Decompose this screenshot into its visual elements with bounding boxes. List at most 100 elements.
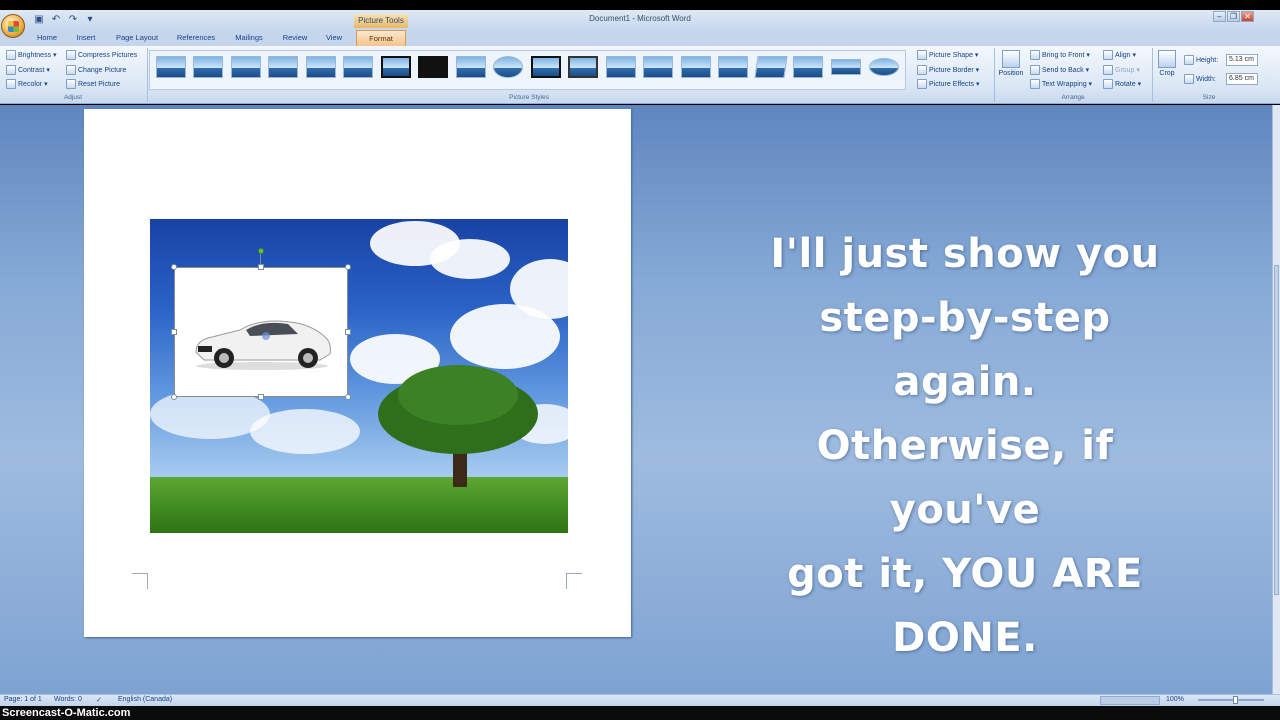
scrollbar-thumb[interactable] xyxy=(1274,265,1279,595)
quick-access-toolbar: ▣ ↶ ↷ ▾ xyxy=(32,13,97,27)
vertical-scrollbar[interactable] xyxy=(1272,105,1280,694)
resize-handle[interactable] xyxy=(258,394,264,400)
position-button[interactable]: Position xyxy=(996,50,1026,77)
rotate-icon xyxy=(1103,79,1113,90)
compress-pictures-button[interactable]: Compress Pictures xyxy=(66,49,137,62)
office-logo-icon xyxy=(8,21,19,32)
width-icon xyxy=(1184,74,1194,85)
watermark: Screencast-O-Matic.com xyxy=(0,706,1280,720)
rotation-handle[interactable] xyxy=(258,248,264,254)
tab-mailings[interactable]: Mailings xyxy=(228,30,270,46)
send-to-back-button[interactable]: Send to Back ▾ xyxy=(1030,64,1089,77)
group-divider xyxy=(147,48,148,102)
align-button[interactable]: Align ▾ xyxy=(1103,49,1136,62)
style-thumb[interactable] xyxy=(381,56,411,78)
change-picture-icon xyxy=(66,65,76,76)
office-button[interactable] xyxy=(1,14,25,38)
style-thumb[interactable] xyxy=(869,58,899,76)
arrange-group-label: Arrange xyxy=(1061,94,1085,101)
group-divider xyxy=(994,48,995,102)
caption-line: Otherwise, if xyxy=(816,423,1114,469)
style-thumb[interactable] xyxy=(231,56,261,78)
close-button[interactable]: ✕ xyxy=(1241,11,1254,22)
style-thumb[interactable] xyxy=(268,56,298,78)
style-thumb[interactable] xyxy=(568,56,598,78)
style-thumb[interactable] xyxy=(156,56,186,78)
style-thumb[interactable] xyxy=(831,59,861,75)
shape-icon xyxy=(917,50,927,61)
style-thumb[interactable] xyxy=(681,56,711,78)
style-thumb[interactable] xyxy=(754,56,788,78)
resize-handle[interactable] xyxy=(345,329,351,335)
ribbon-tabs: Home Insert Page Layout References Maili… xyxy=(0,30,1280,46)
resize-handle[interactable] xyxy=(171,329,177,335)
save-icon[interactable]: ▣ xyxy=(32,13,46,27)
resize-handle[interactable] xyxy=(171,394,177,400)
style-thumb[interactable] xyxy=(418,56,448,78)
zoom-slider[interactable] xyxy=(1198,699,1264,701)
language-indicator[interactable]: English (Canada) xyxy=(118,696,172,703)
crop-button[interactable]: Crop xyxy=(1155,50,1179,77)
style-thumb[interactable] xyxy=(193,56,223,78)
proofing-icon[interactable]: ✓ xyxy=(96,696,102,704)
undo-icon[interactable]: ↶ xyxy=(49,13,63,27)
style-thumb[interactable] xyxy=(531,56,561,78)
tab-view[interactable]: View xyxy=(318,30,350,46)
restore-button[interactable]: ❐ xyxy=(1227,11,1240,22)
brightness-button[interactable]: Brightness ▾ xyxy=(6,49,57,62)
brightness-icon xyxy=(6,50,16,61)
view-buttons[interactable] xyxy=(1100,696,1160,705)
style-thumb[interactable] xyxy=(793,56,823,78)
group-button[interactable]: Group ▾ xyxy=(1103,64,1140,77)
picture-border-button[interactable]: Picture Border ▾ xyxy=(917,64,979,77)
resize-handle[interactable] xyxy=(258,264,264,270)
recolor-button[interactable]: Recolor ▾ xyxy=(6,78,48,91)
word-count[interactable]: Words: 0 xyxy=(54,696,82,703)
style-thumb[interactable] xyxy=(643,56,673,78)
picture-effects-button[interactable]: Picture Effects ▾ xyxy=(917,78,979,91)
change-picture-button[interactable]: Change Picture xyxy=(66,64,126,77)
style-thumb[interactable] xyxy=(606,56,636,78)
caption-line: step-by-step xyxy=(819,295,1111,341)
contrast-button[interactable]: Contrast ▾ xyxy=(6,64,50,77)
page-count[interactable]: Page: 1 of 1 xyxy=(4,696,42,703)
tab-page-layout[interactable]: Page Layout xyxy=(110,30,164,46)
customize-icon[interactable]: ▾ xyxy=(83,13,97,27)
style-thumb[interactable] xyxy=(343,56,373,78)
adjust-group-label: Adjust xyxy=(63,94,83,101)
reset-icon xyxy=(66,79,76,90)
tab-home[interactable]: Home xyxy=(30,30,64,46)
minimize-button[interactable]: – xyxy=(1213,11,1226,22)
style-thumb[interactable] xyxy=(456,56,486,78)
status-bar: Page: 1 of 1 Words: 0 ✓ English (Canada)… xyxy=(0,694,1280,706)
tab-insert[interactable]: Insert xyxy=(68,30,104,46)
resize-handle[interactable] xyxy=(345,394,351,400)
tab-review[interactable]: Review xyxy=(276,30,314,46)
bring-to-front-button[interactable]: Bring to Front ▾ xyxy=(1030,49,1090,62)
align-icon xyxy=(1103,50,1113,61)
reset-picture-button[interactable]: Reset Picture xyxy=(66,78,120,91)
zoom-slider-knob[interactable] xyxy=(1233,696,1238,704)
rotate-button[interactable]: Rotate ▾ xyxy=(1103,78,1141,91)
height-input[interactable]: 5.13 cm xyxy=(1226,54,1258,66)
tab-format[interactable]: Format xyxy=(356,30,406,46)
width-input[interactable]: 6.85 cm xyxy=(1226,73,1258,85)
redo-icon[interactable]: ↷ xyxy=(66,13,80,27)
text-wrapping-button[interactable]: Text Wrapping ▾ xyxy=(1030,78,1092,91)
border-icon xyxy=(917,65,927,76)
resize-handle[interactable] xyxy=(345,264,351,270)
zoom-level[interactable]: 100% xyxy=(1166,696,1184,703)
style-thumb[interactable] xyxy=(493,56,523,78)
send-back-icon xyxy=(1030,65,1040,76)
cloud xyxy=(250,409,360,454)
resize-handle[interactable] xyxy=(171,264,177,270)
height-label: Height: xyxy=(1184,54,1218,67)
tutorial-caption: I'll just show you step-by-step again. O… xyxy=(740,222,1190,670)
tab-references[interactable]: References xyxy=(170,30,222,46)
picture-shape-button[interactable]: Picture Shape ▾ xyxy=(917,49,978,62)
group-icon xyxy=(1103,65,1113,76)
style-thumb[interactable] xyxy=(718,56,748,78)
style-thumb[interactable] xyxy=(306,56,336,78)
caption-line: you've xyxy=(889,487,1041,533)
window-controls: – ❐ ✕ xyxy=(1212,11,1254,22)
